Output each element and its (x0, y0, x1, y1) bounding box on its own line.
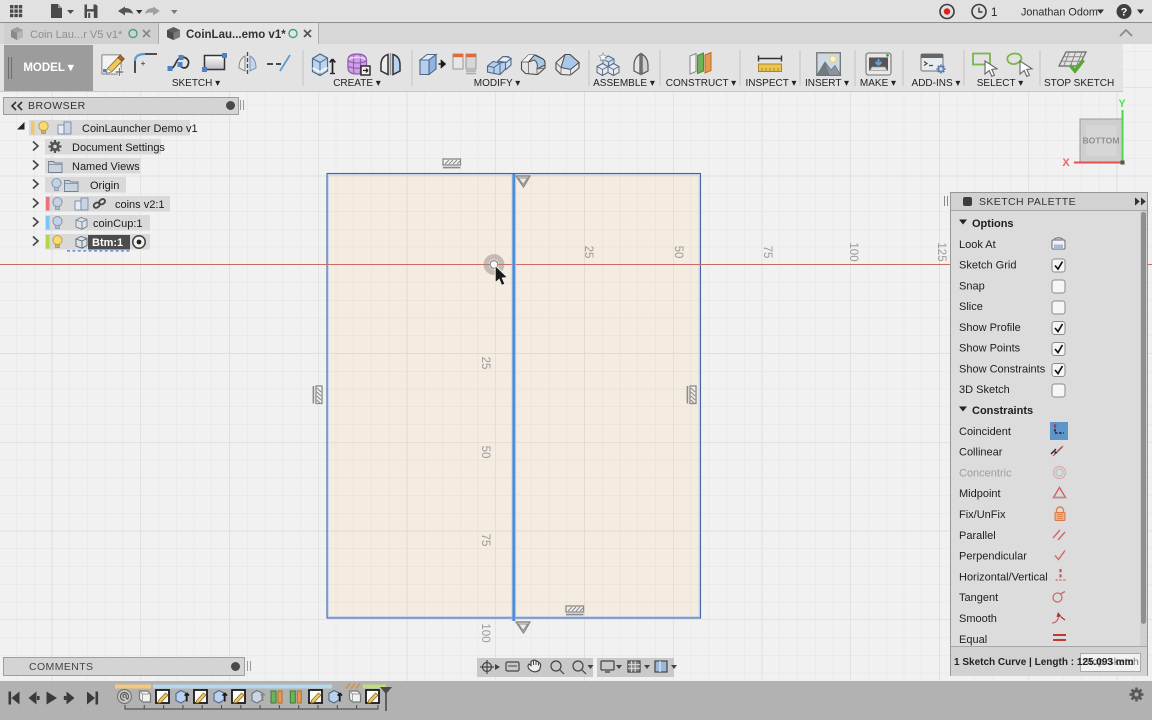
svg-text:Collinear: Collinear (959, 447, 1003, 459)
svg-text:coinCup:1: coinCup:1 (93, 218, 143, 230)
svg-text:25: 25 (582, 246, 594, 259)
svg-text:Perpendicular: Perpendicular (959, 551, 1027, 563)
svg-text:Snap: Snap (959, 281, 985, 293)
svg-text:X: X (1062, 157, 1070, 169)
svg-text:?: ? (1121, 7, 1128, 19)
svg-text:Equal: Equal (959, 634, 987, 646)
svg-text:Show Constraints: Show Constraints (959, 364, 1046, 376)
svg-text:CoinLauncher Demo v1: CoinLauncher Demo v1 (82, 123, 198, 135)
svg-text:Document Settings: Document Settings (72, 142, 165, 154)
svg-text:Slice: Slice (959, 301, 983, 313)
svg-text:Options: Options (972, 218, 1014, 230)
svg-text:Origin: Origin (90, 180, 119, 192)
svg-text:BOTTOM: BOTTOM (1082, 136, 1119, 146)
svg-text:Show Profile: Show Profile (959, 322, 1021, 334)
svg-text:Tangent: Tangent (959, 592, 998, 604)
svg-text:Smooth: Smooth (959, 613, 997, 625)
svg-text:coins v2:1: coins v2:1 (115, 199, 165, 211)
svg-text:Y: Y (1118, 98, 1126, 110)
svg-text:Coincident: Coincident (959, 426, 1011, 438)
svg-text:3D Sketch: 3D Sketch (959, 384, 1010, 396)
svg-text:125: 125 (935, 242, 947, 261)
svg-text:Fix/UnFix: Fix/UnFix (959, 509, 1006, 521)
svg-text:50: 50 (672, 246, 684, 259)
svg-text:Sketch Grid: Sketch Grid (959, 260, 1016, 272)
svg-text:Btm:1: Btm:1 (92, 237, 123, 249)
svg-text:Midpoint: Midpoint (959, 488, 1001, 500)
svg-text:50: 50 (479, 446, 491, 459)
svg-text:Show Points: Show Points (959, 343, 1021, 355)
svg-text:Constraints: Constraints (972, 405, 1033, 417)
svg-text:25: 25 (479, 357, 491, 370)
svg-text:CoinLau...emo v1*: CoinLau...emo v1* (186, 29, 286, 41)
svg-text:100: 100 (847, 242, 859, 261)
svg-text:Horizontal/Vertical: Horizontal/Vertical (959, 572, 1048, 584)
svg-text:1: 1 (991, 7, 997, 19)
svg-text:Concentric: Concentric (959, 468, 1012, 480)
svg-text:75: 75 (479, 534, 491, 547)
svg-text:Coin Lau...r V5 v1*: Coin Lau...r V5 v1* (30, 29, 123, 41)
svg-text:100: 100 (479, 623, 491, 642)
svg-text:75: 75 (761, 246, 773, 259)
svg-text:Named Views: Named Views (72, 161, 140, 173)
svg-text:Look At: Look At (959, 239, 996, 251)
svg-text:Parallel: Parallel (959, 530, 996, 542)
svg-text:Jonathan Odom: Jonathan Odom (1021, 7, 1098, 19)
